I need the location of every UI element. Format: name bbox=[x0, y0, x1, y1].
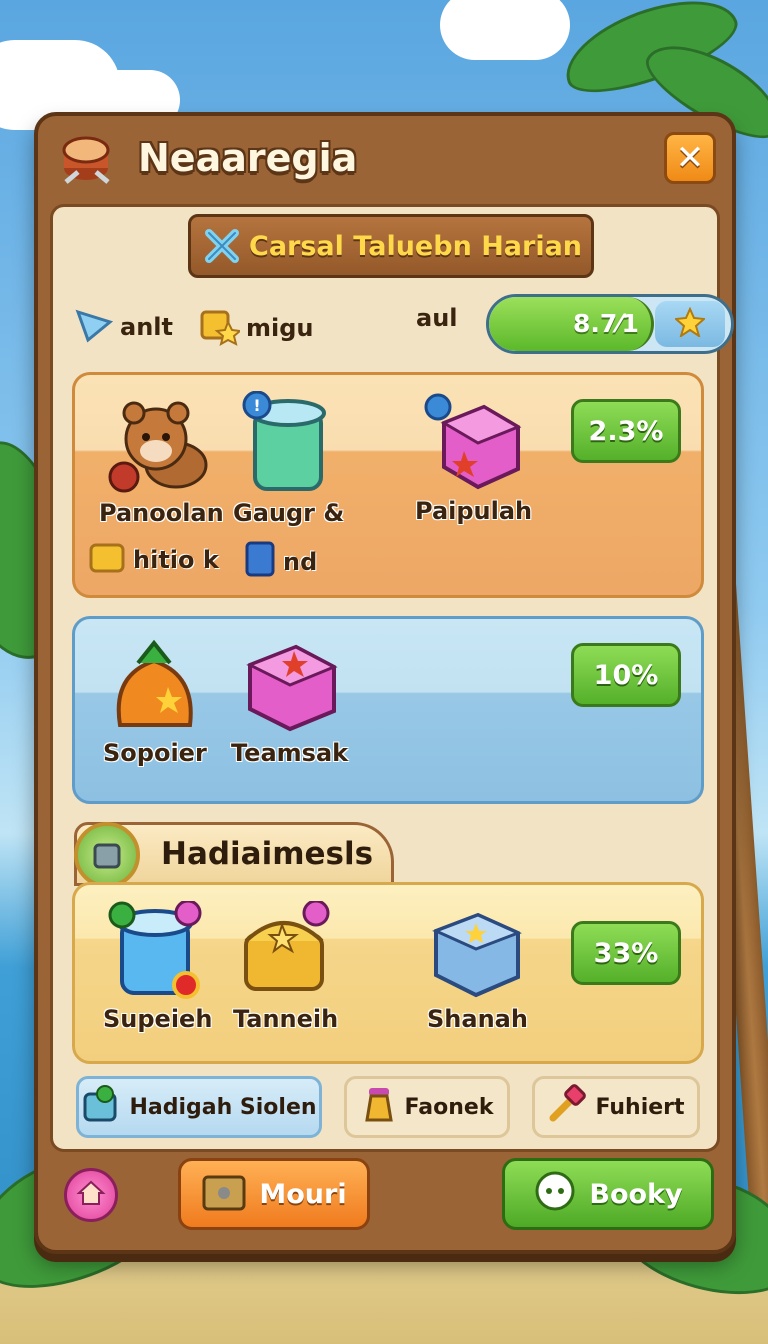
gold-chest-icon bbox=[236, 899, 336, 1005]
reward-item-label: Paipulah bbox=[415, 497, 533, 525]
resource-gem: anlt bbox=[74, 304, 173, 350]
blue-box-icon bbox=[430, 905, 524, 1005]
chip-faonek[interactable]: Faonek bbox=[344, 1076, 510, 1138]
bear-pet-icon bbox=[106, 395, 216, 499]
rewards-panel: Neaaregia ✕ Carsal Taluebn Harian anlt m… bbox=[34, 112, 736, 1254]
home-button[interactable] bbox=[64, 1168, 118, 1222]
reward-extra: nd bbox=[243, 539, 317, 585]
reward-extra: hitio k bbox=[89, 539, 219, 581]
progress-bar: 8.7⁄1 bbox=[486, 294, 734, 354]
blue-gem-icon bbox=[74, 304, 114, 350]
reward-item[interactable]: ! Gaugr & bbox=[233, 390, 345, 527]
progress-star-button[interactable] bbox=[655, 301, 725, 347]
crossed-swords-icon bbox=[205, 229, 239, 263]
progress-label: aul bbox=[416, 304, 458, 332]
resource-row: anlt migu aul 8.7⁄1 bbox=[74, 294, 734, 354]
gold-cube-icon bbox=[198, 304, 243, 352]
reward-card-orange[interactable]: Panoolan ! Gaugr & Paipulah hitio k nd 2… bbox=[72, 372, 704, 598]
reward-item[interactable]: Panoolan bbox=[99, 395, 224, 527]
mouri-button-label: Mouri bbox=[259, 1178, 347, 1210]
subtitle-banner: Carsal Taluebn Harian bbox=[188, 214, 594, 278]
reward-item-label: Tanneih bbox=[233, 1005, 339, 1033]
blue-jar-icon bbox=[108, 899, 208, 1005]
section-title: Hadiaimesls bbox=[161, 836, 374, 872]
hammer-icon bbox=[547, 1084, 587, 1130]
reward-percent-badge: 2.3% bbox=[571, 399, 681, 463]
green-jar-icon: ! bbox=[239, 390, 339, 499]
resource-gold: migu bbox=[198, 304, 314, 352]
potion-icon bbox=[361, 1084, 397, 1130]
reward-item[interactable]: Shanah bbox=[427, 905, 528, 1033]
chip-fuhiert[interactable]: Fuhiert bbox=[532, 1076, 700, 1138]
reward-item-label: Sopoier bbox=[103, 739, 207, 767]
reward-item[interactable]: Paipulah bbox=[415, 393, 532, 525]
resource-gem-label: anlt bbox=[120, 313, 173, 341]
booky-button-label: Booky bbox=[589, 1178, 683, 1210]
subtitle-label: Carsal Taluebn Harian bbox=[249, 230, 583, 262]
reward-item[interactable]: Supeieh bbox=[103, 899, 213, 1033]
reward-item[interactable]: Teamsak bbox=[231, 635, 348, 767]
reward-item-label: Shanah bbox=[427, 1005, 528, 1033]
chip-label: Faonek bbox=[404, 1094, 494, 1120]
reward-item[interactable]: Sopoier bbox=[103, 635, 207, 767]
chip-label: Fuhiert bbox=[595, 1094, 685, 1120]
star-icon bbox=[673, 306, 707, 341]
fruit-bag-icon bbox=[108, 635, 202, 739]
drum-icon bbox=[58, 132, 116, 188]
reward-percent-badge: 33% bbox=[571, 921, 681, 985]
reward-item-label: Panoolan bbox=[99, 499, 224, 527]
pink-box-icon bbox=[240, 635, 340, 739]
svg-text:!: ! bbox=[253, 396, 260, 415]
chest-medal-icon bbox=[74, 822, 140, 888]
reward-percent-badge: 10% bbox=[571, 643, 681, 707]
close-button[interactable]: ✕ bbox=[664, 132, 716, 184]
gold-cube-icon bbox=[89, 539, 127, 581]
reward-extra-label: nd bbox=[283, 548, 318, 576]
reward-item-label: Gaugr & bbox=[233, 499, 345, 527]
progress-value: 8.7⁄1 bbox=[573, 309, 639, 338]
reward-card-blue[interactable]: Sopoier Teamsak 10% bbox=[72, 616, 704, 804]
resource-gold-label: migu bbox=[246, 314, 314, 342]
gem-box-icon bbox=[81, 1084, 121, 1130]
crate-icon bbox=[201, 1169, 247, 1220]
chat-bubble-icon bbox=[533, 1169, 577, 1220]
reward-extra-label: hitio k bbox=[133, 546, 219, 574]
window-title: Neaaregia bbox=[138, 136, 358, 180]
reward-item[interactable]: Tanneih bbox=[233, 899, 339, 1033]
reward-card-yellow[interactable]: Supeieh Tanneih Shanah 33% bbox=[72, 882, 704, 1064]
chip-hadigah-siolen[interactable]: Hadigah Siolen bbox=[76, 1076, 322, 1138]
booky-button[interactable]: Booky bbox=[502, 1158, 714, 1230]
blue-card-icon bbox=[243, 539, 277, 585]
mouri-button[interactable]: Mouri bbox=[178, 1158, 370, 1230]
reward-item-label: Supeieh bbox=[103, 1005, 213, 1033]
home-icon bbox=[76, 1178, 106, 1212]
reward-item-label: Teamsak bbox=[231, 739, 349, 767]
chip-label: Hadigah Siolen bbox=[129, 1094, 317, 1120]
cloud bbox=[440, 0, 570, 60]
pink-box-icon bbox=[424, 393, 524, 497]
